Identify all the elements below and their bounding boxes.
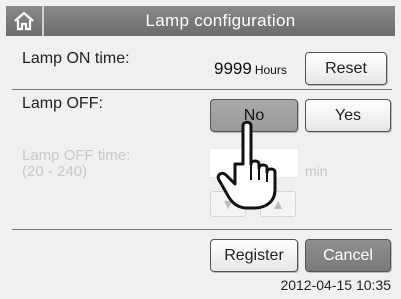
page-title: Lamp configuration bbox=[145, 11, 296, 30]
lamp-off-time-title: Lamp OFF time: bbox=[22, 147, 131, 164]
minutes-unit: min bbox=[305, 163, 328, 179]
lamp-on-hours-value: 9999 Hours bbox=[214, 59, 287, 79]
divider bbox=[12, 229, 392, 230]
home-icon bbox=[14, 11, 34, 31]
pointing-hand-icon bbox=[216, 120, 277, 210]
lamp-off-time-label: Lamp OFF time: (20 - 240) bbox=[22, 148, 130, 180]
lamp-on-time-label: Lamp ON time: bbox=[22, 50, 130, 67]
register-button[interactable]: Register bbox=[210, 239, 298, 272]
hours-number: 9999 bbox=[214, 59, 252, 78]
lamp-off-time-range: (20 - 240) bbox=[22, 163, 88, 180]
reset-button[interactable]: Reset bbox=[305, 52, 387, 85]
timestamp: 2012-04-15 10:35 bbox=[280, 277, 391, 293]
home-button[interactable] bbox=[6, 6, 44, 36]
divider bbox=[12, 89, 392, 90]
cancel-button[interactable]: Cancel bbox=[305, 239, 391, 272]
hours-unit: Hours bbox=[254, 63, 287, 77]
lamp-off-label: Lamp OFF: bbox=[22, 95, 103, 112]
title-bar: Lamp configuration bbox=[6, 6, 395, 36]
lamp-configuration-screen: Lamp configuration Lamp ON time: 9999 Hou… bbox=[0, 0, 401, 299]
lamp-off-yes-button[interactable]: Yes bbox=[305, 99, 391, 132]
